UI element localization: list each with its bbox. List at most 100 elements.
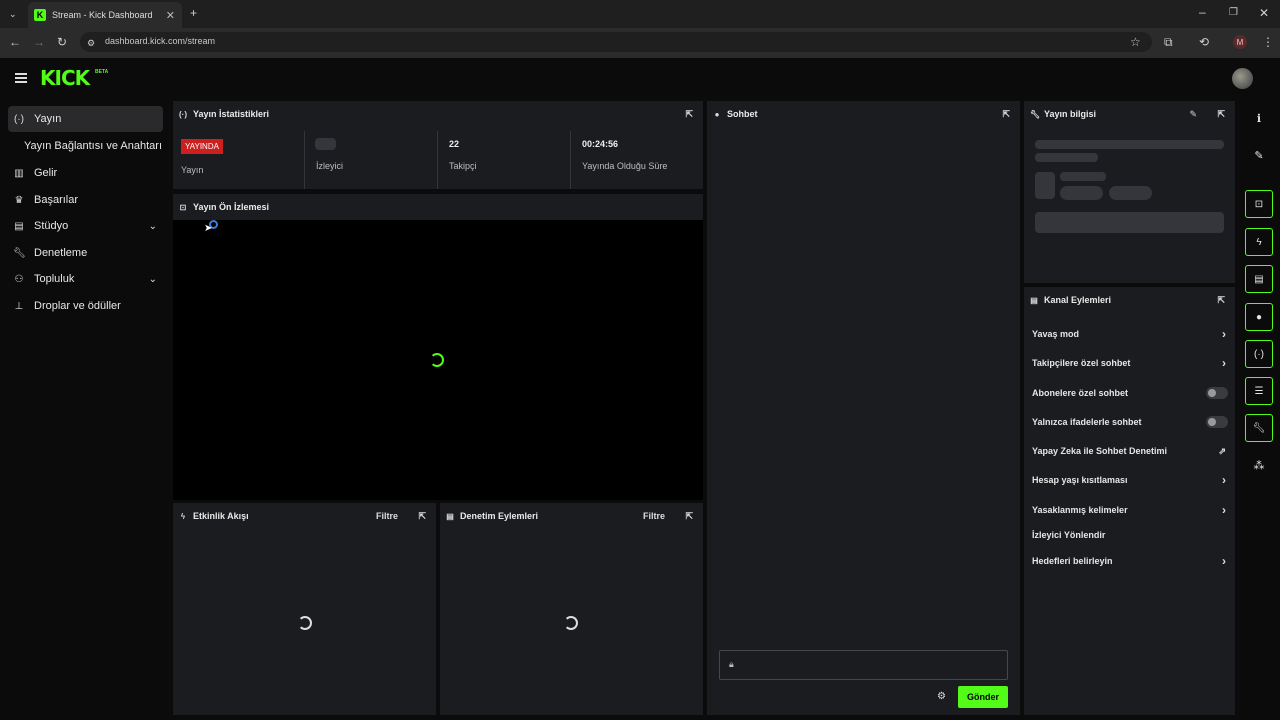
- action-label: Hesap yaşı kısıtlaması: [1032, 475, 1128, 485]
- tab-close-icon[interactable]: ✕: [166, 9, 175, 22]
- restore-icon[interactable]: ❐: [1229, 7, 1238, 19]
- loading-skeleton: [1060, 172, 1106, 181]
- window-close-icon[interactable]: ✕: [1259, 7, 1269, 19]
- panel-title: Kanal Eylemleri: [1044, 295, 1112, 305]
- omnibox[interactable]: [80, 32, 1152, 52]
- popout-icon[interactable]: ⇱: [1217, 109, 1225, 120]
- sidebar-item-label: Gelir: [34, 167, 58, 179]
- chevron-right-icon[interactable]: ›: [1222, 554, 1226, 568]
- action-subscribers-only[interactable]: Abonelere özel sohbet: [1032, 387, 1228, 399]
- send-button[interactable]: Gönder: [958, 686, 1008, 708]
- chat-bubble-icon[interactable]: ●: [1245, 303, 1273, 331]
- stat-label: İzleyici: [316, 161, 344, 171]
- filter-button[interactable]: Filtre: [643, 511, 665, 521]
- stat-viewers: İzleyici: [304, 127, 437, 189]
- popout-icon[interactable]: ⇱: [685, 109, 693, 120]
- chevron-right-icon[interactable]: ›: [1222, 473, 1226, 487]
- document-icon[interactable]: ▤: [1245, 265, 1273, 293]
- sidebar-item-yayin[interactable]: (·) Yayın: [8, 106, 163, 132]
- loading-skeleton: [1109, 186, 1152, 200]
- chevron-right-icon[interactable]: ›: [1222, 327, 1226, 341]
- emotes-only-toggle[interactable]: [1206, 416, 1228, 428]
- url-text[interactable]: dashboard.kick.com/stream: [105, 36, 215, 46]
- sidebar-item-basarilar[interactable]: ♛ Başarılar: [8, 187, 163, 213]
- popout-icon[interactable]: ⇱: [685, 511, 693, 522]
- wrench-icon[interactable]: 🔧︎: [1245, 414, 1273, 442]
- extensions-icon[interactable]: ⧉: [1164, 36, 1173, 48]
- sidebar-item-gelir[interactable]: ▥ Gelir: [8, 160, 163, 186]
- panel-title: Denetim Eylemleri: [460, 511, 539, 521]
- sidebar-item-denetleme[interactable]: 🔧︎ Denetleme: [8, 240, 163, 266]
- chat-input[interactable]: 🔒︎: [719, 650, 1008, 680]
- stat-value: 22: [449, 139, 460, 149]
- history-icon[interactable]: ⟲: [1199, 36, 1209, 48]
- panel-title: Yayın İstatistikleri: [193, 109, 270, 119]
- kick-logo[interactable]: KICK: [40, 66, 90, 90]
- popout-icon[interactable]: ⇱: [1217, 295, 1225, 306]
- filter-button[interactable]: Filtre: [376, 511, 398, 521]
- preview-icon: ⊡: [179, 202, 187, 212]
- forward-icon[interactable]: →: [33, 36, 45, 48]
- subscribers-only-toggle[interactable]: [1206, 387, 1228, 399]
- bookmark-star-icon[interactable]: ☆: [1130, 36, 1141, 48]
- preview-toggle-icon[interactable]: ⊡: [1245, 190, 1273, 218]
- external-link-icon[interactable]: ⇗: [1218, 446, 1226, 457]
- action-emotes-only[interactable]: Yalnızca ifadelerle sohbet: [1032, 416, 1228, 428]
- edit-pencil-icon[interactable]: ✎: [1189, 109, 1197, 120]
- popout-icon[interactable]: ⇱: [1002, 109, 1010, 120]
- stat-label: Takipçi: [449, 161, 477, 171]
- bolt-icon[interactable]: ϟ: [1245, 228, 1273, 256]
- edit-pencil-icon[interactable]: ✎: [1245, 141, 1273, 169]
- actions-icon[interactable]: ☰: [1245, 377, 1273, 405]
- tab-search-icon[interactable]: ⌄: [9, 8, 17, 20]
- action-label: Hedefleri belirleyin: [1032, 556, 1113, 566]
- chevron-down-icon[interactable]: ⌄: [149, 221, 157, 232]
- lock-icon: 🔒︎: [729, 659, 734, 669]
- beta-badge: BETA: [95, 69, 109, 75]
- sidebar-item-label: Yayın: [34, 113, 62, 125]
- chevron-down-icon[interactable]: ⌄: [149, 274, 157, 285]
- sidebar-item-label: Droplar ve ödüller: [34, 300, 121, 312]
- document-icon: ▤: [446, 511, 454, 521]
- channel-actions-panel: ▤ Kanal Eylemleri ⇱: [1024, 287, 1235, 715]
- action-ai-moderation[interactable]: Yapay Zeka ile Sohbet Denetimi ⇗: [1032, 446, 1228, 456]
- stat-uptime: 00:24:56 Yayında Olduğu Süre: [570, 127, 703, 189]
- browser-tab[interactable]: K Stream - Kick Dashboard ✕: [28, 2, 182, 28]
- profile-avatar[interactable]: M: [1233, 35, 1247, 49]
- sidebar-item-droplar[interactable]: ⊥ Droplar ve ödüller: [8, 293, 163, 319]
- action-followers-only[interactable]: Takipçilere özel sohbet ›: [1032, 356, 1228, 370]
- back-icon[interactable]: ←: [9, 36, 21, 48]
- new-tab-icon[interactable]: +: [190, 7, 197, 19]
- user-avatar[interactable]: [1232, 68, 1253, 89]
- action-slow-mode[interactable]: Yavaş mod ›: [1032, 327, 1228, 341]
- broadcast-icon[interactable]: (·): [1245, 340, 1273, 368]
- panel-title: Etkinlik Akışı: [193, 511, 249, 521]
- action-set-goals[interactable]: Hedefleri belirleyin ›: [1032, 554, 1228, 568]
- browser-menu-icon[interactable]: ⋮: [1262, 36, 1274, 48]
- action-host-viewers[interactable]: İzleyici Yönlendir: [1032, 530, 1228, 540]
- menu-icon[interactable]: [15, 73, 27, 83]
- popout-icon[interactable]: ⇱: [418, 511, 426, 522]
- minimize-icon[interactable]: –: [1199, 6, 1206, 18]
- chat-settings-icon[interactable]: ⚙: [937, 691, 946, 702]
- sidebar-item-stream-key[interactable]: Yayın Bağlantısı ve Anahtarı: [24, 133, 174, 159]
- action-banned-words[interactable]: Yasaklanmış kelimeler ›: [1032, 503, 1228, 517]
- sidebar-item-label: Denetleme: [34, 247, 88, 259]
- add-widget-icon[interactable]: ⁂: [1245, 451, 1273, 479]
- stat-label: Yayın: [181, 165, 204, 175]
- action-account-age[interactable]: Hesap yaşı kısıtlaması ›: [1032, 473, 1228, 487]
- mod-actions-header: ▤ Denetim Eylemleri Filtre ⇱: [440, 503, 703, 529]
- chevron-right-icon[interactable]: ›: [1222, 503, 1226, 517]
- chevron-right-icon[interactable]: ›: [1222, 356, 1226, 370]
- sidebar-item-studyo[interactable]: ▤ Stüdyo ⌄: [8, 213, 163, 239]
- community-icon: ⚇: [14, 273, 24, 285]
- sidebar-item-topluluk[interactable]: ⚇ Topluluk ⌄: [8, 266, 163, 292]
- activity-feed-header: ϟ Etkinlik Akışı Filtre ⇱: [173, 503, 436, 529]
- reload-icon[interactable]: ↻: [57, 36, 67, 48]
- site-info-icon[interactable]: ⚙: [87, 37, 95, 49]
- chart-icon: ▥: [14, 167, 24, 179]
- live-badge: YAYINDA: [181, 139, 223, 154]
- loading-skeleton: [1035, 212, 1224, 233]
- loading-skeleton: [315, 138, 336, 150]
- info-icon[interactable]: ℹ: [1245, 104, 1273, 132]
